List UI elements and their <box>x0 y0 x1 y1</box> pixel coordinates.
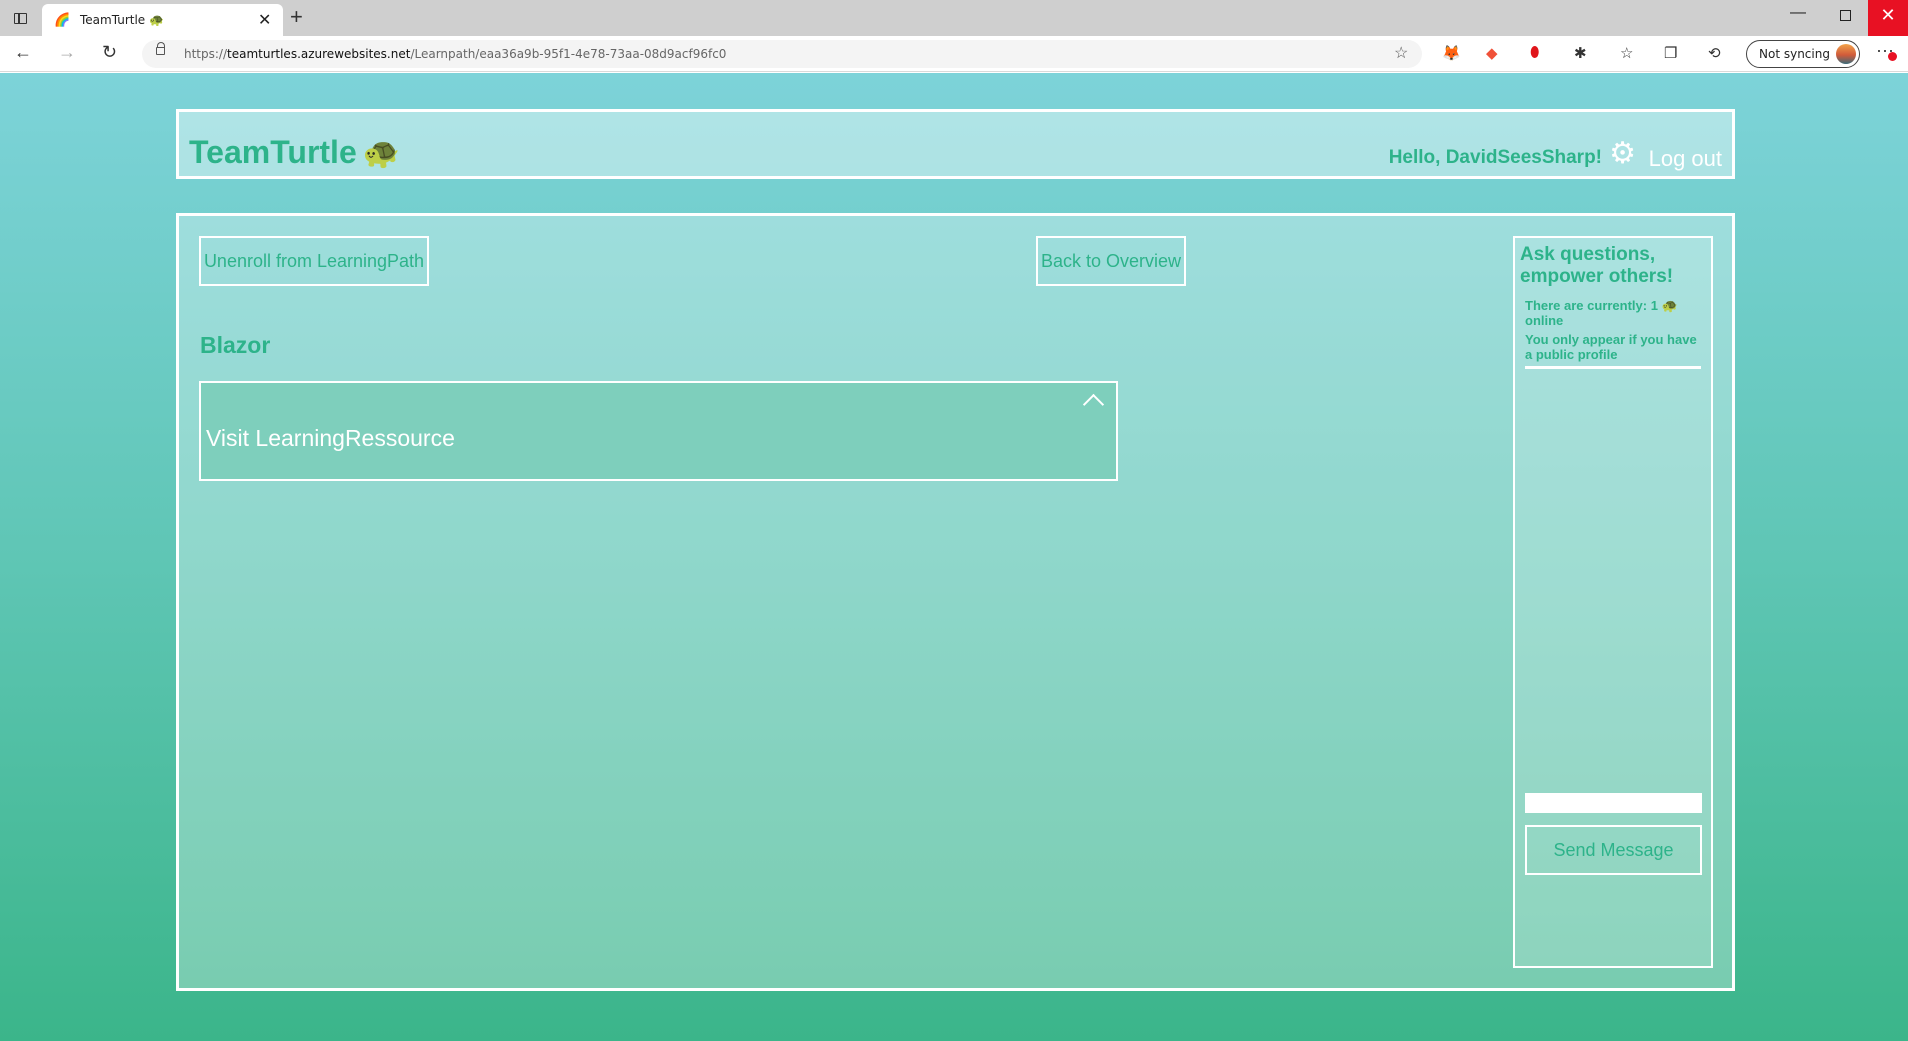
forward-icon[interactable]: → <box>58 42 76 63</box>
chat-message-input[interactable] <box>1525 793 1702 813</box>
browser-tab-bar: 🌈 TeamTurtle 🐢 ✕ + — ✕ <box>0 0 1908 36</box>
new-tab-icon[interactable]: + <box>290 4 303 30</box>
history-icon[interactable]: ⟲ <box>1708 44 1721 62</box>
learning-path-title: Blazor <box>200 332 271 358</box>
tab-actions-icon[interactable] <box>8 8 32 28</box>
online-count: There are currently: 1 🐢 online <box>1525 298 1678 328</box>
sync-status-button[interactable]: Not syncing <box>1746 40 1860 68</box>
url-field[interactable]: https://teamturtles.azurewebsites.net/Le… <box>142 40 1422 68</box>
lock-icon[interactable] <box>156 42 165 55</box>
tab-close-icon[interactable]: ✕ <box>258 10 271 30</box>
profile-avatar <box>1836 44 1856 64</box>
metamask-extension-icon[interactable]: 🦊 <box>1442 44 1461 62</box>
browser-tab[interactable]: 🌈 TeamTurtle 🐢 ✕ <box>42 4 283 36</box>
gear-icon[interactable]: ⚙ <box>1609 136 1636 171</box>
brand-logo[interactable]: TeamTurtle 🐢 <box>189 134 400 171</box>
minimize-icon[interactable]: — <box>1790 4 1806 22</box>
notification-badge <box>1888 52 1897 61</box>
send-message-button[interactable]: Send Message <box>1525 825 1702 875</box>
unenroll-button[interactable]: Unenroll from LearningPath <box>199 236 429 286</box>
main-panel: Unenroll from LearningPath Back to Overv… <box>176 213 1735 991</box>
swift-extension-icon[interactable]: ◆ <box>1486 44 1498 62</box>
learning-resource-card: Visit LearningRessource <box>199 381 1118 481</box>
visit-resource-link[interactable]: Visit LearningRessource <box>206 425 455 452</box>
visibility-note: You only appear if you have a public pro… <box>1525 332 1697 362</box>
back-to-overview-button[interactable]: Back to Overview <box>1036 236 1186 286</box>
chat-divider <box>1525 366 1701 369</box>
reload-icon[interactable]: ↻ <box>102 42 117 63</box>
url-text: https://teamturtles.azurewebsites.net/Le… <box>184 47 727 61</box>
turtle-icon: 🐢 <box>362 137 401 170</box>
user-greeting[interactable]: Hello, DavidSeesSharp! <box>1389 147 1602 169</box>
maximize-icon[interactable] <box>1840 10 1851 21</box>
site-header: TeamTurtle 🐢 Hello, DavidSeesSharp! ⚙ Log… <box>176 109 1735 179</box>
favorites-icon[interactable]: ☆ <box>1620 44 1633 62</box>
chat-title: Ask questions, empower others! <box>1520 244 1674 287</box>
collections-icon[interactable]: ❐ <box>1664 44 1677 62</box>
extensions-puzzle-icon[interactable]: ✱ <box>1574 44 1587 62</box>
opera-extension-icon[interactable]: ⬮ <box>1530 44 1539 61</box>
tab-title: TeamTurtle 🐢 <box>80 13 164 27</box>
back-icon[interactable]: ← <box>14 42 32 63</box>
tab-favicon-icon: 🌈 <box>54 12 71 27</box>
logout-button[interactable]: Log out <box>1649 146 1722 172</box>
chevron-up-icon[interactable] <box>1082 391 1104 409</box>
add-favorite-icon[interactable]: ☆ <box>1394 43 1408 63</box>
window-close-icon[interactable]: ✕ <box>1868 0 1908 36</box>
chat-panel: Ask questions, empower others! There are… <box>1513 236 1713 968</box>
address-bar: ← → ↻ https://teamturtles.azurewebsites.… <box>0 36 1908 72</box>
page-background: TeamTurtle 🐢 Hello, DavidSeesSharp! ⚙ Log… <box>0 73 1908 1041</box>
